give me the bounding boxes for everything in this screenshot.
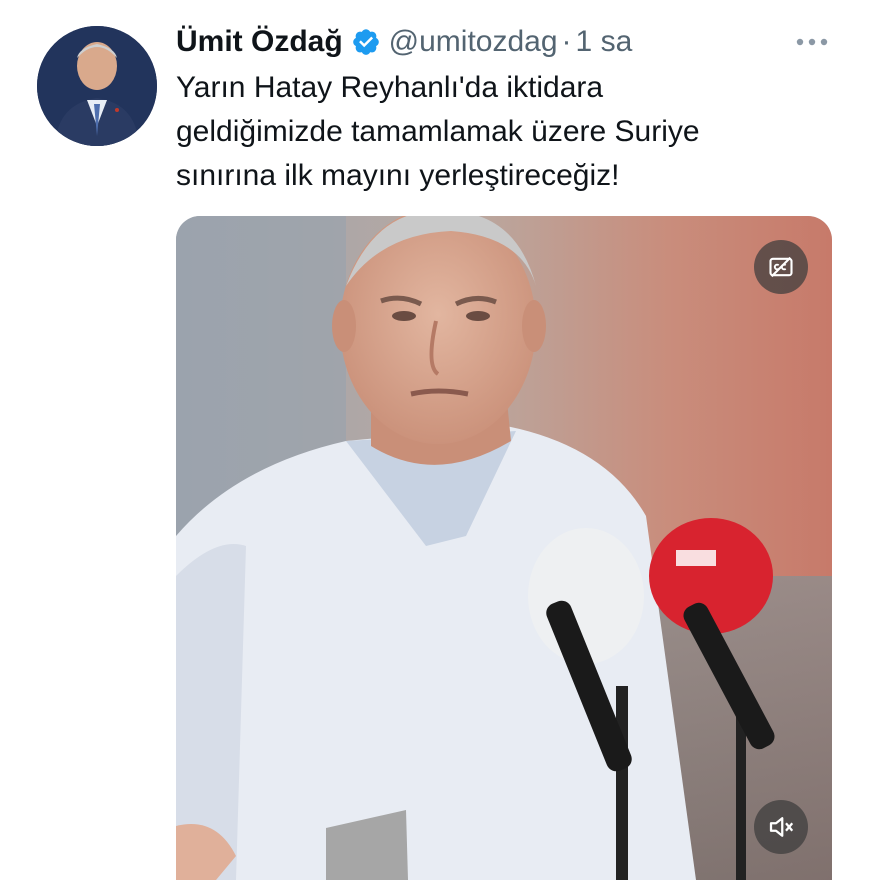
display-name[interactable]: Ümit Özdağ [176,22,343,62]
avatar-image [37,26,157,146]
timestamp[interactable]: 1 sa [576,22,633,62]
video-frame [176,216,832,880]
tweet-text: Yarın Hatay Reyhanlı'da iktidara geldiği… [176,71,700,192]
separator: · [561,25,572,58]
tweet-header: Ümit Özdağ @umitozdag · 1 sa [176,22,830,62]
handle[interactable]: @umitozdag [389,22,558,62]
verified-badge-icon [351,27,381,57]
muted-volume-icon[interactable] [754,800,808,854]
more-icon[interactable] [794,24,830,60]
avatar[interactable] [37,26,157,146]
video-player[interactable] [176,216,832,880]
captions-off-icon[interactable] [754,240,808,294]
